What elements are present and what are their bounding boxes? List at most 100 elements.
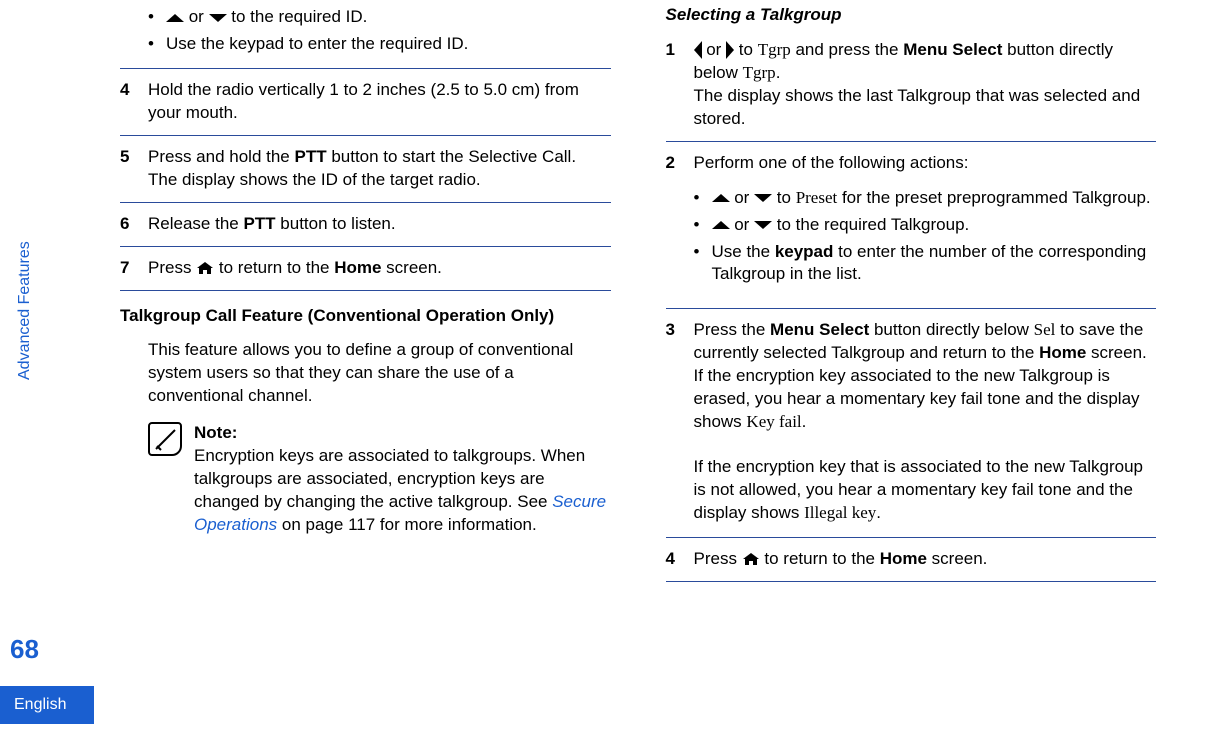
left-arrow-icon	[694, 41, 702, 59]
up-arrow-icon	[712, 221, 730, 229]
step-text: Press and hold the PTT button to start t…	[148, 146, 611, 192]
text: button to start the Selective Call.	[327, 147, 576, 166]
bullet-list: or to the required ID. Use the keypad to…	[120, 4, 611, 68]
step-text: Press the Menu Select button directly be…	[694, 319, 1157, 434]
text: to	[772, 188, 796, 207]
up-arrow-icon	[166, 14, 184, 22]
step-number: 4	[666, 548, 694, 571]
display-text: Tgrp	[743, 63, 776, 82]
up-arrow-icon	[712, 194, 730, 202]
language-tab: English	[0, 686, 94, 724]
text-bold: keypad	[775, 242, 834, 261]
step-4-right: 4 Press to return to the Home screen.	[666, 537, 1157, 582]
step-number: 2	[666, 152, 694, 175]
step-6: 6 Release the PTT button to listen.	[120, 202, 611, 246]
text: Press	[694, 549, 742, 568]
right-column: Selecting a Talkgroup 1 or to Tgrp and p…	[666, 4, 1167, 582]
display-text: Key fail	[746, 412, 801, 431]
note-label: Note:	[194, 422, 611, 445]
step-text: Press to return to the Home screen.	[148, 257, 611, 280]
page: or to the required ID. Use the keypad to…	[0, 0, 1206, 582]
side-section-label: Advanced Features	[14, 241, 36, 380]
display-text: Illegal key	[804, 503, 876, 522]
left-column: or to the required ID. Use the keypad to…	[60, 4, 611, 582]
bullet-text: or to Preset for the preset preprogramme…	[712, 187, 1151, 210]
step-number: 3	[666, 319, 694, 434]
text: to the required ID.	[227, 7, 368, 26]
step-4: 4 Hold the radio vertically 1 to 2 inche…	[120, 68, 611, 135]
text-bold: PTT	[294, 147, 326, 166]
text: button to listen.	[276, 214, 396, 233]
text: to the required Talkgroup.	[772, 215, 969, 234]
text: button directly below	[869, 320, 1033, 339]
step-7: 7 Press to return to the Home screen.	[120, 246, 611, 291]
text: for the preset preprogrammed Talkgroup.	[837, 188, 1150, 207]
text-bold: Home	[1039, 343, 1086, 362]
text: on page 117 for more information.	[277, 515, 537, 534]
down-arrow-icon	[754, 194, 772, 202]
text-bold: PTT	[243, 214, 275, 233]
text: and press the	[791, 40, 903, 59]
display-text: Sel	[1034, 320, 1056, 339]
step-1: 1 or to Tgrp and press the Menu Select b…	[666, 39, 1157, 141]
bullet-text: or to the required Talkgroup.	[712, 214, 970, 237]
text-bold: Home	[334, 258, 381, 277]
text: or	[184, 7, 209, 26]
home-icon	[196, 257, 214, 280]
text: The display shows the last Talkgroup tha…	[694, 86, 1141, 128]
subsection-heading: Selecting a Talkgroup	[666, 4, 1157, 39]
page-number: 68	[10, 632, 39, 667]
step-text: Press to return to the Home screen.	[694, 548, 1157, 571]
text-bold: Menu Select	[770, 320, 869, 339]
step-number: 6	[120, 213, 148, 236]
text: Press the	[694, 320, 771, 339]
step-text: or to Tgrp and press the Menu Select but…	[694, 39, 1157, 131]
right-arrow-icon	[726, 41, 734, 59]
text: or	[730, 215, 755, 234]
list-item: or to Preset for the preset preprogramme…	[694, 185, 1157, 212]
text-bold: Menu Select	[903, 40, 1002, 59]
text: .	[802, 412, 807, 431]
step-lead: Perform one of the following actions:	[694, 152, 1157, 175]
text-bold: Home	[880, 549, 927, 568]
list-item: Use the keypad to enter the number of th…	[694, 239, 1157, 289]
bullet-text: Use the keypad to enter the number of th…	[712, 241, 1157, 287]
note-icon	[148, 422, 182, 456]
text: or	[730, 188, 755, 207]
step-text: Hold the radio vertically 1 to 2 inches …	[148, 79, 611, 125]
note-block: Note: Encryption keys are associated to …	[120, 422, 611, 547]
text: screen.	[1086, 343, 1146, 362]
step-3: 3 Press the Menu Select button directly …	[666, 308, 1157, 444]
home-icon	[742, 548, 760, 571]
down-arrow-icon	[209, 14, 227, 22]
down-arrow-icon	[754, 221, 772, 229]
text: Encryption keys are associated to talkgr…	[194, 446, 585, 511]
display-text: Preset	[796, 188, 838, 207]
text: to return to the	[760, 549, 880, 568]
step-number: 1	[666, 39, 694, 131]
step-text: Release the PTT button to listen.	[148, 213, 611, 236]
text: to return to the	[214, 258, 334, 277]
list-item: or to the required ID.	[148, 4, 611, 31]
bullet-text: Use the keypad to enter the required ID.	[166, 33, 468, 56]
text: to	[734, 40, 758, 59]
paragraph: This feature allows you to define a grou…	[120, 339, 611, 422]
list-item: or to the required Talkgroup.	[694, 212, 1157, 239]
text: screen.	[381, 258, 441, 277]
note-body: Note: Encryption keys are associated to …	[194, 422, 611, 537]
step-2: 2 Perform one of the following actions: …	[666, 141, 1157, 309]
text: Press	[148, 258, 196, 277]
bullet-list: or to Preset for the preset preprogramme…	[666, 175, 1157, 299]
text: .	[776, 63, 781, 82]
text: If the encryption key that is associated…	[694, 457, 1144, 522]
text: The display shows the ID of the target r…	[148, 170, 481, 189]
text: .	[876, 503, 881, 522]
step-5: 5 Press and hold the PTT button to start…	[120, 135, 611, 202]
paragraph: If the encryption key that is associated…	[666, 444, 1157, 537]
text: Press and hold the	[148, 147, 294, 166]
section-heading: Talkgroup Call Feature (Conventional Ope…	[120, 291, 611, 340]
step-number: 7	[120, 257, 148, 280]
list-item: Use the keypad to enter the required ID.	[148, 31, 611, 58]
text: or	[702, 40, 727, 59]
bullet-text: or to the required ID.	[166, 6, 367, 29]
